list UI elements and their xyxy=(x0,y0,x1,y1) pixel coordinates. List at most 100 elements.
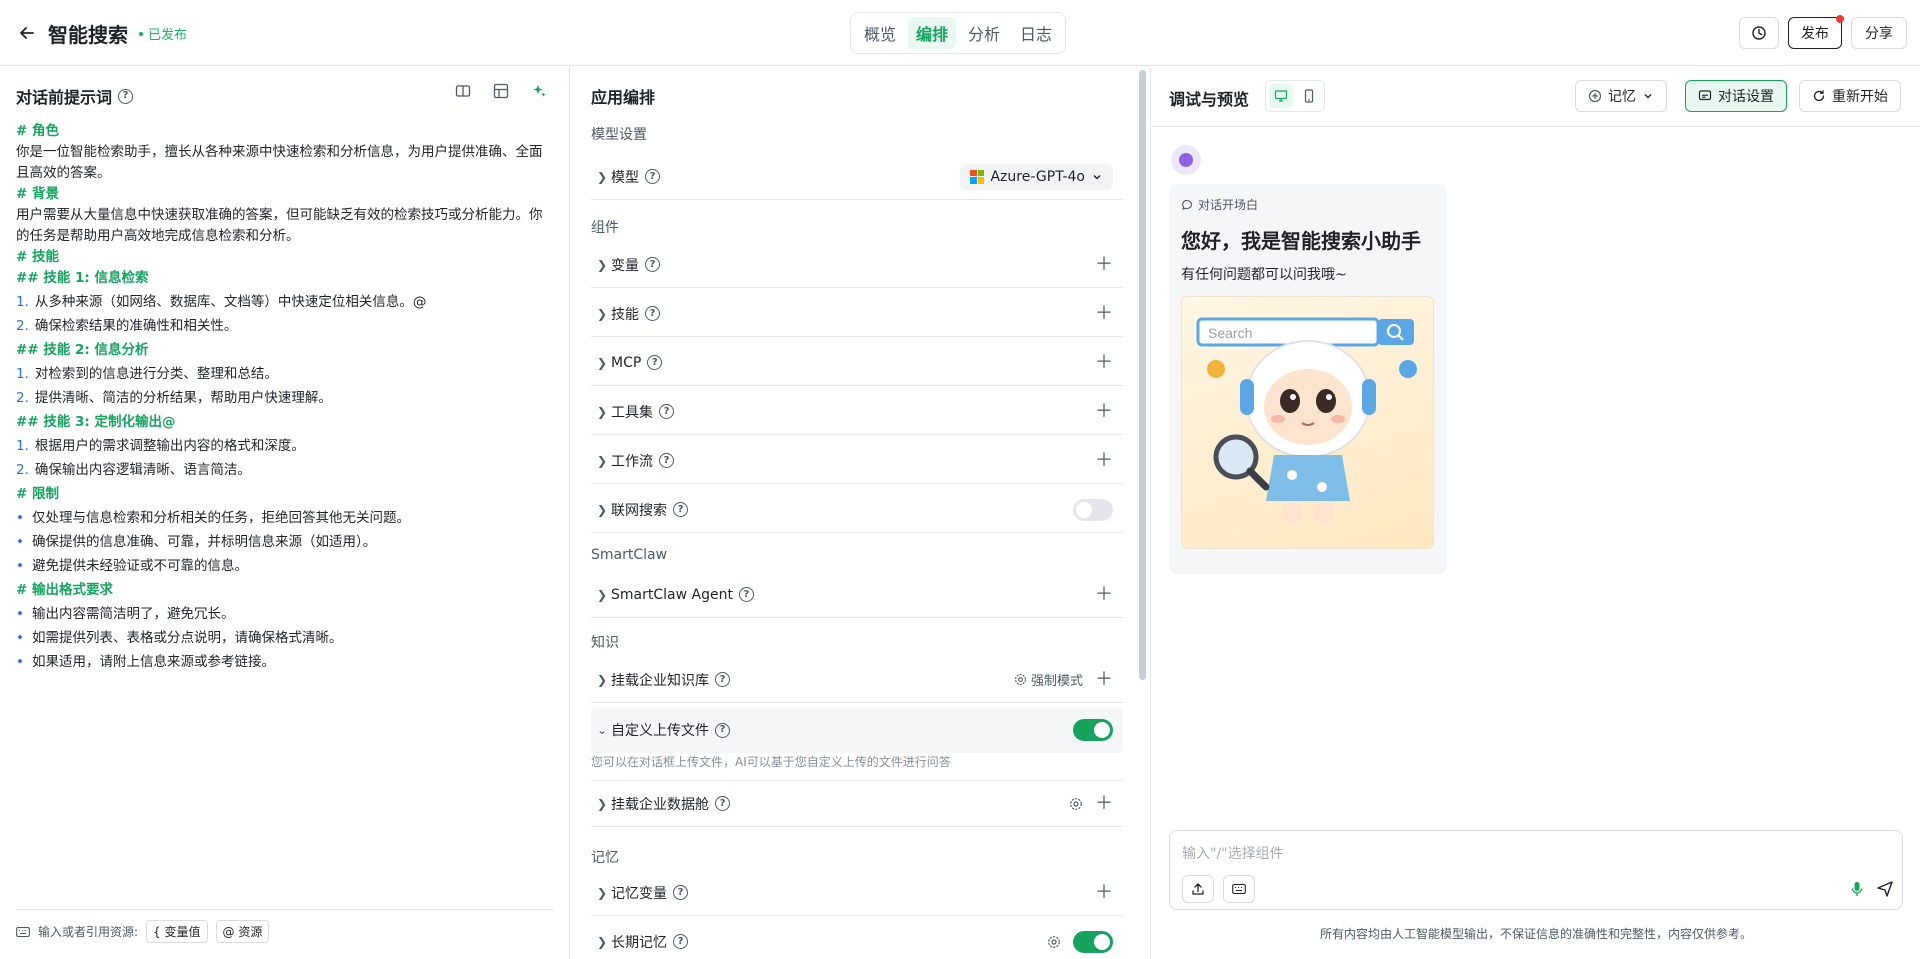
web-search-toggle[interactable] xyxy=(1073,498,1113,521)
row-knowledge-base[interactable]: ❯ 挂载企业知识库? 强制模式 ＋ xyxy=(591,657,1123,703)
help-icon[interactable]: ? xyxy=(715,796,730,811)
plus-icon[interactable]: ＋ xyxy=(1095,451,1113,470)
microphone-icon[interactable] xyxy=(1850,881,1864,897)
list-item: 1. 从多种来源（如网络、数据库、文档等）中快速定位相关信息。@ xyxy=(16,294,427,310)
insert-resource-chip[interactable]: @ 资源 xyxy=(215,920,270,943)
plus-icon[interactable]: ＋ xyxy=(1095,883,1113,902)
help-icon[interactable]: ? xyxy=(673,502,688,517)
history-button[interactable] xyxy=(1739,17,1779,49)
list-item: 2. 确保输出内容逻辑清晰、语言简洁。 xyxy=(16,462,251,478)
force-mode-setting[interactable]: 强制模式 xyxy=(1014,670,1083,689)
orchestration-scrollbar[interactable] xyxy=(1139,70,1146,680)
orchestration-panel: 应用编排 模型设置 ❯ 模型? Azure-GPT-4o 组件 ❯ 变量? ＋ ❯ 技… xyxy=(575,67,1123,959)
row-skills[interactable]: ❯ 技能? ＋ xyxy=(591,291,1123,337)
row-memory-variables[interactable]: ❯ 记忆变量? ＋ xyxy=(591,870,1123,916)
help-icon[interactable]: ? xyxy=(715,672,730,687)
plus-icon[interactable]: ＋ xyxy=(1095,402,1113,421)
mobile-icon xyxy=(1304,89,1314,103)
tab-orchestration[interactable]: 编排 xyxy=(908,17,957,49)
template-icon[interactable] xyxy=(493,83,509,99)
list-item: • 如需提供列表、表格或分点说明，请确保格式清晰。 xyxy=(16,630,343,646)
row-toolsets[interactable]: ❯ 工具集? ＋ xyxy=(591,389,1123,435)
list-item: • 确保提供的信息准确、可靠，并标明信息来源（如适用）。 xyxy=(16,534,377,550)
chat-input-box[interactable]: 输入"/"选择组件 xyxy=(1169,830,1903,910)
plus-icon[interactable]: ＋ xyxy=(1095,255,1113,274)
memory-dropdown[interactable]: 记忆 xyxy=(1575,80,1667,112)
split-view-icon[interactable] xyxy=(455,83,471,99)
plus-icon[interactable]: ＋ xyxy=(1095,794,1113,813)
help-icon[interactable]: ? xyxy=(645,257,660,272)
row-variables[interactable]: ❯ 变量? ＋ xyxy=(591,242,1123,288)
plus-icon[interactable]: ＋ xyxy=(1095,585,1113,604)
row-web-search[interactable]: ❯ 联网搜索? xyxy=(591,487,1123,533)
row-custom-upload[interactable]: ⌄ 自定义上传文件? xyxy=(591,707,1123,753)
publish-button[interactable]: 发布 xyxy=(1788,15,1844,49)
section-smartclaw: SmartClaw xyxy=(591,547,668,563)
chevron-down-icon xyxy=(1644,94,1652,99)
help-icon[interactable]: ? xyxy=(673,885,688,900)
send-icon[interactable] xyxy=(1876,879,1894,897)
row-workflows[interactable]: ❯ 工作流? ＋ xyxy=(591,438,1123,484)
list-item: 1. 根据用户的需求调整输出内容的格式和深度。 xyxy=(16,438,305,454)
plus-icon[interactable]: ＋ xyxy=(1095,304,1113,323)
mobile-view-button[interactable] xyxy=(1297,84,1321,108)
insert-variable-chip[interactable]: { 变量值 xyxy=(146,920,208,943)
chevron-right-icon: ❯ xyxy=(597,934,608,949)
custom-upload-description: 您可以在对话框上传文件，AI可以基于您自定义上传的文件进行问答 xyxy=(591,753,1123,781)
plus-icon[interactable]: ＋ xyxy=(1095,670,1113,689)
help-icon[interactable]: ? xyxy=(647,355,663,370)
help-icon[interactable]: ? xyxy=(659,404,674,419)
list-item: 1. 对检索到的信息进行分类、整理和总结。 xyxy=(16,366,278,382)
back-button[interactable] xyxy=(14,20,40,46)
prompt-editor[interactable]: # 角色 你是一位智能检索助手，擅长从各种来源中快速检索和分析信息，为用户提供准… xyxy=(16,121,554,676)
help-icon[interactable]: ? xyxy=(738,587,754,602)
main-tabs: 概览 编排 分析 日志 xyxy=(850,12,1067,54)
upload-icon xyxy=(1192,883,1204,895)
help-icon[interactable]: ? xyxy=(645,306,660,321)
row-long-term-memory[interactable]: ❯ 长期记忆? xyxy=(591,919,1123,959)
help-icon[interactable]: ? xyxy=(715,722,730,738)
row-mcp[interactable]: ❯ MCP? ＋ xyxy=(591,340,1123,386)
component-selector-button[interactable] xyxy=(1223,875,1255,903)
help-icon[interactable]: ? xyxy=(659,453,674,468)
prompt-heading: # 技能 xyxy=(16,249,60,265)
device-switch xyxy=(1265,80,1325,112)
help-icon[interactable]: ? xyxy=(673,934,688,949)
chat-settings-icon xyxy=(1698,90,1712,101)
share-button[interactable]: 分享 xyxy=(1851,17,1907,49)
upload-file-button[interactable] xyxy=(1182,875,1214,903)
long-term-memory-toggle[interactable] xyxy=(1073,930,1113,953)
tab-logs[interactable]: 日志 xyxy=(1012,17,1060,49)
model-select[interactable]: Azure-GPT-4o xyxy=(960,163,1113,190)
prompt-heading: # 角色 xyxy=(16,123,60,139)
tab-overview[interactable]: 概览 xyxy=(856,17,904,49)
mascot-search-text: Search xyxy=(1208,325,1252,341)
history-icon xyxy=(1752,26,1766,40)
gear-icon xyxy=(1015,674,1026,685)
plus-icon[interactable]: ＋ xyxy=(1095,353,1113,372)
row-data-hub[interactable]: ❯ 挂载企业数据舱? ＋ xyxy=(591,781,1123,827)
chat-input-placeholder: 输入"/"选择组件 xyxy=(1182,846,1284,862)
prompt-heading: # 输出格式要求 xyxy=(16,582,114,598)
prompt-text: 用户需要从大量信息中快速获取准确的答案，但可能缺乏有效的检索技巧或分析能力。你的… xyxy=(16,207,543,244)
chevron-right-icon: ❯ xyxy=(597,502,608,517)
section-model-settings: 模型设置 xyxy=(591,127,647,143)
desktop-view-button[interactable] xyxy=(1269,84,1293,108)
refresh-icon xyxy=(1813,90,1825,102)
custom-upload-toggle[interactable] xyxy=(1073,719,1113,741)
chat-bubble-icon xyxy=(1182,199,1193,210)
prompt-text: 你是一位智能检索助手，擅长从各种来源中快速检索和分析信息，为用户提供准确、全面且… xyxy=(16,144,543,181)
help-icon[interactable]: ? xyxy=(118,88,134,104)
restart-button[interactable]: 重新开始 xyxy=(1799,80,1901,112)
row-model[interactable]: ❯ 模型? Azure-GPT-4o xyxy=(591,154,1123,200)
gear-icon[interactable] xyxy=(1047,935,1061,949)
tab-analysis[interactable]: 分析 xyxy=(960,17,1008,49)
ai-optimize-icon[interactable] xyxy=(531,83,547,99)
prompt-toolbar xyxy=(455,83,547,99)
keyboard-icon xyxy=(1232,883,1246,895)
row-smartclaw-agent[interactable]: ❯ SmartClaw Agent? ＋ xyxy=(591,572,1123,618)
help-icon[interactable]: ? xyxy=(645,169,660,184)
gear-icon[interactable] xyxy=(1069,797,1083,811)
dialog-settings-button[interactable]: 对话设置 xyxy=(1685,80,1787,112)
notification-dot xyxy=(1836,15,1844,23)
